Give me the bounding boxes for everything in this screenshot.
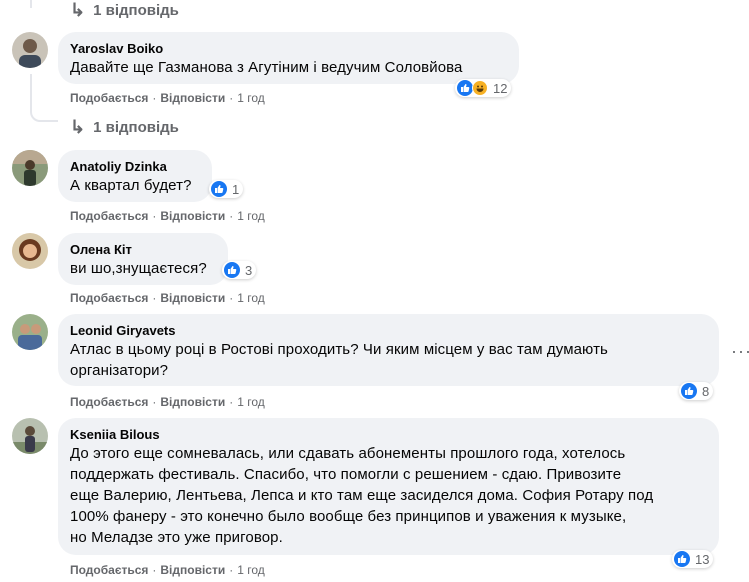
comment-text-line: Атлас в цьому році в Ростові проходить? …	[70, 341, 608, 358]
comment-author[interactable]: Олена Кіт	[70, 241, 216, 258]
avatar[interactable]	[12, 150, 48, 186]
like-button[interactable]: Подобається	[70, 563, 148, 577]
comment-author[interactable]: Anatoliy Dzinka	[70, 158, 200, 175]
replies-count: 1 відповідь	[93, 119, 179, 136]
like-reaction-icon	[224, 262, 240, 278]
reply-arrow-icon: ↳	[70, 0, 86, 20]
avatar[interactable]	[12, 314, 48, 350]
separator-dot: ·	[229, 291, 234, 305]
reaction-count: 3	[245, 262, 253, 278]
timestamp[interactable]: 1 год	[237, 291, 265, 305]
view-replies-link[interactable]: ↳ 1 відповідь	[70, 117, 179, 138]
comment-bubble: Олена Кіт ви шо,знущаєтеся?	[58, 233, 228, 285]
separator-dot: ·	[229, 91, 234, 105]
reaction-summary[interactable]: 12	[455, 79, 512, 97]
like-reaction-icon	[681, 383, 697, 399]
separator-dot: ·	[229, 563, 234, 577]
reaction-count: 8	[702, 383, 710, 399]
comment-bubble: Yaroslav Boiko Давайте ще Газманова з Аг…	[58, 32, 519, 84]
separator-dot: ·	[229, 395, 234, 409]
reaction-summary[interactable]: 8	[679, 382, 714, 400]
like-button[interactable]: Подобається	[70, 291, 148, 305]
reaction-count: 1	[232, 181, 240, 197]
like-reaction-icon	[674, 551, 690, 567]
comment-text-line: еще Валерию, Лентьева, Лепса и кто там е…	[70, 487, 654, 504]
comment-text: Давайте ще Газманова з Агутіним і ведучи…	[70, 59, 463, 76]
separator-dot: ·	[152, 395, 157, 409]
reply-arrow-icon: ↳	[70, 117, 86, 137]
comment-author[interactable]: Yaroslav Boiko	[70, 40, 507, 57]
like-button[interactable]: Подобається	[70, 395, 148, 409]
like-button[interactable]: Подобається	[70, 209, 148, 223]
reply-button[interactable]: Відповісти	[160, 395, 225, 409]
comment-text-line: До этого еще сомневалась, или сдавать аб…	[70, 445, 626, 462]
like-reaction-icon	[457, 80, 473, 96]
reaction-summary[interactable]: 1	[209, 180, 244, 198]
reaction-summary[interactable]: 3	[222, 261, 257, 279]
timestamp[interactable]: 1 год	[237, 209, 265, 223]
more-horizontal-icon[interactable]: ···	[731, 341, 749, 362]
reaction-count: 13	[695, 551, 710, 567]
separator-dot: ·	[152, 563, 157, 577]
reply-button[interactable]: Відповісти	[160, 209, 225, 223]
timestamp[interactable]: 1 год	[237, 395, 265, 409]
comment-text: А квартал будет?	[70, 177, 192, 194]
comment-bubble: Kseniia Bilous До этого еще сомневалась,…	[58, 418, 719, 555]
comment-bubble: Leonid Giryavets Атлас в цьому році в Ро…	[58, 314, 719, 386]
view-replies-link[interactable]: ↳ 1 відповідь	[70, 0, 179, 21]
separator-dot: ·	[229, 209, 234, 223]
comment-text: ви шо,знущаєтеся?	[70, 260, 207, 277]
reaction-summary[interactable]: 13	[672, 550, 714, 568]
reply-button[interactable]: Відповісти	[160, 291, 225, 305]
avatar[interactable]	[12, 32, 48, 68]
comment-bubble: Anatoliy Dzinka А квартал будет?	[58, 150, 212, 202]
comment-author[interactable]: Kseniia Bilous	[70, 426, 707, 443]
avatar[interactable]	[12, 233, 48, 269]
separator-dot: ·	[152, 291, 157, 305]
like-reaction-icon	[211, 181, 227, 197]
comment-text-line: поддержать фестиваль. Спасибо, что помог…	[70, 466, 622, 483]
haha-reaction-icon	[472, 80, 488, 96]
timestamp[interactable]: 1 год	[237, 563, 265, 577]
comment-author[interactable]: Leonid Giryavets	[70, 322, 707, 339]
comment-text-line: 100% фанеру - это конечно было вообще бе…	[70, 508, 627, 525]
comment-text-line: організатори?	[70, 362, 169, 379]
like-button[interactable]: Подобається	[70, 91, 148, 105]
avatar[interactable]	[12, 418, 48, 454]
reply-button[interactable]: Відповісти	[160, 91, 225, 105]
comment-text-line: но Меладзе это уже приговор.	[70, 529, 283, 546]
timestamp[interactable]: 1 год	[237, 91, 265, 105]
separator-dot: ·	[152, 209, 157, 223]
reaction-count: 12	[493, 80, 508, 96]
separator-dot: ·	[152, 91, 157, 105]
reply-button[interactable]: Відповісти	[160, 563, 225, 577]
replies-count: 1 відповідь	[93, 2, 179, 19]
